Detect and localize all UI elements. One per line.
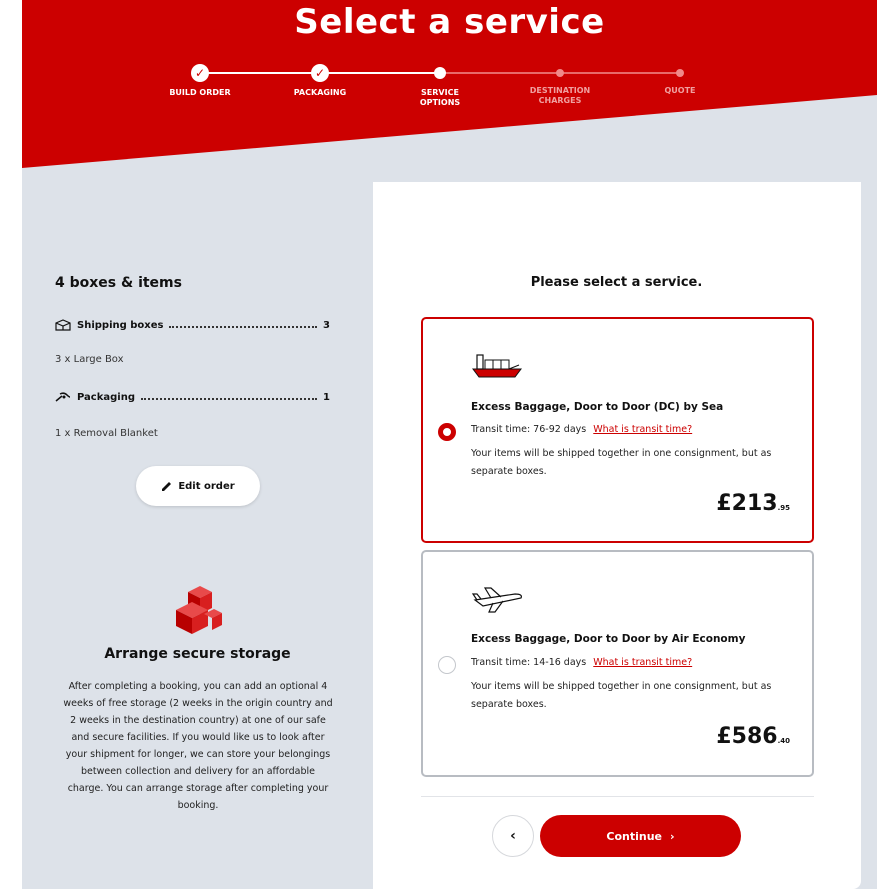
select-service-heading: Please select a service. xyxy=(530,275,703,290)
shipping-boxes-label-group: Shipping boxes xyxy=(55,319,163,331)
service-description: Your items will be shipped together in o… xyxy=(471,448,772,477)
price-minor: .40 xyxy=(777,737,790,745)
box-icon xyxy=(55,319,71,331)
continue-label: Continue xyxy=(606,829,663,843)
service-radio-selected[interactable] xyxy=(438,423,456,441)
service-description: Your items will be shipped together in o… xyxy=(471,681,772,710)
transit-time-link[interactable]: What is transit time? xyxy=(593,657,692,668)
tape-icon xyxy=(55,392,71,402)
step-current-dot xyxy=(434,67,446,79)
back-button[interactable]: ‹ xyxy=(492,815,534,857)
service-radio-unselected[interactable] xyxy=(438,656,456,674)
progress-stepper: ✓ BUILD ORDER ✓ PACKAGING SERVICE OPTION… xyxy=(140,64,740,124)
plane-icon xyxy=(471,587,522,613)
step-quote: QUOTE xyxy=(620,64,740,96)
order-summary-title: 4 boxes & items xyxy=(55,275,182,291)
step-label: BUILD ORDER xyxy=(169,88,231,97)
step-label: SERVICE OPTIONS xyxy=(419,88,461,107)
service-price: £586.40 xyxy=(716,724,790,749)
step-service-options: SERVICE OPTIONS xyxy=(380,64,500,108)
storage-description: After completing a booking, you can add … xyxy=(63,681,333,811)
transit-time: Transit time: 14-16 days xyxy=(471,657,587,668)
step-packaging: ✓ PACKAGING xyxy=(260,64,380,98)
leader-dots xyxy=(169,322,318,328)
continue-button[interactable]: Continue › xyxy=(540,815,741,857)
step-destination-charges: DESTINATION CHARGES xyxy=(500,64,620,106)
packaging-label-group: Packaging xyxy=(55,391,135,403)
step-check-icon: ✓ xyxy=(311,64,329,82)
service-price: £213.95 xyxy=(716,491,790,516)
price-major: £213 xyxy=(716,491,778,516)
edit-order-button[interactable]: Edit order xyxy=(136,466,260,506)
step-label: PACKAGING xyxy=(293,88,347,97)
shipping-boxes-row: Shipping boxes 3 xyxy=(55,319,330,331)
transit-time: Transit time: 76-92 days xyxy=(471,424,587,435)
packaging-row: Packaging 1 xyxy=(55,391,330,403)
service-title: Excess Baggage, Door to Door (DC) by Sea xyxy=(471,401,724,413)
storage-boxes-icon xyxy=(176,586,222,634)
transit-time-link[interactable]: What is transit time? xyxy=(593,424,692,435)
transit-row: Transit time: 14-16 days What is transit… xyxy=(471,657,692,668)
ship-icon xyxy=(472,354,522,378)
step-build-order: ✓ BUILD ORDER xyxy=(140,64,260,98)
leader-dots xyxy=(141,394,318,400)
page-title: Select a service xyxy=(294,2,605,42)
step-check-icon: ✓ xyxy=(191,64,209,82)
packaging-count: 1 xyxy=(323,391,330,403)
step-label: QUOTE xyxy=(664,86,696,95)
service-title: Excess Baggage, Door to Door by Air Econ… xyxy=(471,633,746,645)
edit-order-label: Edit order xyxy=(178,480,235,492)
chevron-right-icon: › xyxy=(670,829,675,843)
pencil-icon xyxy=(162,481,172,491)
packaging-label: Packaging xyxy=(77,391,135,403)
divider xyxy=(421,796,814,797)
storage-title: Arrange secure storage xyxy=(104,646,291,662)
shipping-boxes-count: 3 xyxy=(323,319,330,331)
transit-row: Transit time: 76-92 days What is transit… xyxy=(471,424,692,435)
step-label: DESTINATION CHARGES xyxy=(529,86,591,105)
step-todo-dot xyxy=(556,69,564,77)
shipping-boxes-label: Shipping boxes xyxy=(77,319,164,331)
chevron-left-icon: ‹ xyxy=(510,828,516,844)
packaging-detail: 1 x Removal Blanket xyxy=(55,428,158,439)
shipping-boxes-detail: 3 x Large Box xyxy=(55,354,124,365)
service-option-sea[interactable]: Excess Baggage, Door to Door (DC) by Sea… xyxy=(421,317,814,543)
step-todo-dot xyxy=(676,69,684,77)
price-minor: .95 xyxy=(777,504,790,512)
price-major: £586 xyxy=(716,724,778,749)
service-option-air[interactable]: Excess Baggage, Door to Door by Air Econ… xyxy=(421,550,814,777)
